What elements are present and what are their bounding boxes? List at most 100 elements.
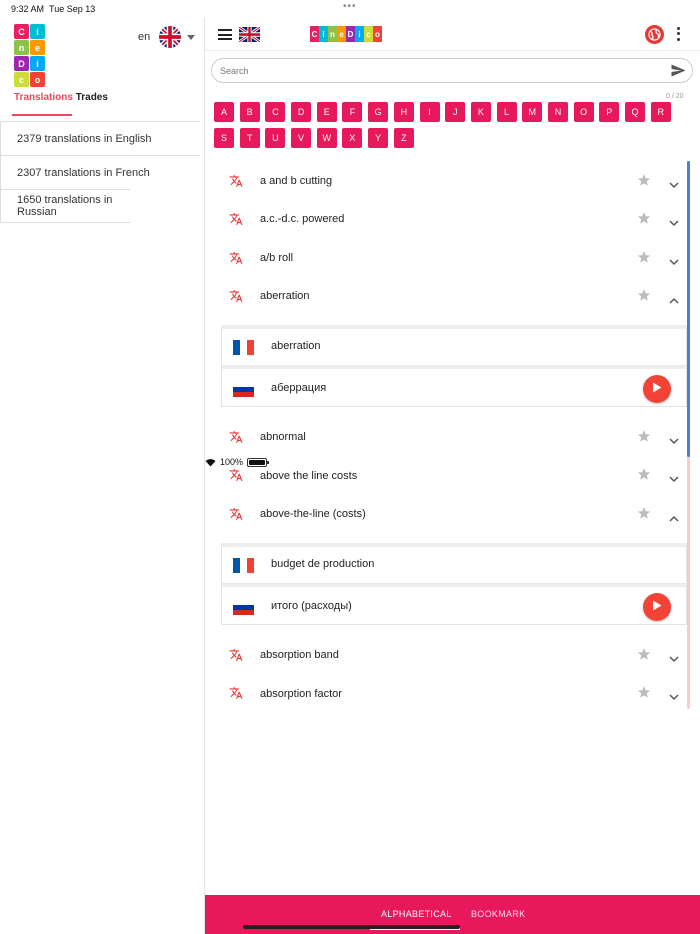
- translation-row: аберрация: [222, 366, 686, 406]
- search-bar: [211, 58, 693, 83]
- language-selector[interactable]: en: [138, 26, 196, 48]
- star-icon[interactable]: [637, 506, 651, 525]
- letter-button-b[interactable]: B: [239, 102, 260, 122]
- letter-button-j[interactable]: J: [445, 102, 466, 122]
- term-label: above-the-line (costs): [260, 507, 366, 520]
- translation-row: итого (расходы): [222, 584, 686, 624]
- translate-icon: [229, 468, 243, 487]
- letter-button-l[interactable]: L: [496, 102, 517, 122]
- wordmark-letter: D: [346, 26, 355, 42]
- globe-icon[interactable]: [645, 25, 664, 44]
- home-indicator[interactable]: [243, 925, 460, 929]
- chevron-down-icon[interactable]: [669, 176, 679, 194]
- translate-icon: [229, 648, 243, 667]
- chevron-up-icon[interactable]: [669, 291, 679, 309]
- chevron-down-icon[interactable]: [669, 253, 679, 271]
- language-code: en: [138, 31, 151, 43]
- letter-button-w[interactable]: W: [316, 127, 337, 148]
- letter-button-u[interactable]: U: [265, 127, 286, 148]
- search-input[interactable]: [220, 62, 660, 79]
- term-row[interactable]: above the line costs: [221, 456, 687, 494]
- logo-letter: n: [14, 40, 29, 55]
- stats-list: 2379 translations in English 2307 transl…: [0, 121, 205, 223]
- letter-button-e[interactable]: E: [316, 102, 337, 122]
- logo-letter: i: [30, 56, 45, 71]
- chevron-down-icon[interactable]: [669, 650, 679, 668]
- uk-flag-icon[interactable]: [239, 27, 260, 42]
- tab-translations[interactable]: Translations: [14, 92, 73, 103]
- chevron-down-icon[interactable]: [669, 432, 679, 450]
- translate-icon: [229, 251, 243, 270]
- wordmark-letter: n: [328, 26, 337, 42]
- letter-button-q[interactable]: Q: [625, 102, 645, 122]
- term-row[interactable]: abnormal: [221, 418, 687, 456]
- letter-button-p[interactable]: P: [599, 102, 620, 122]
- star-icon[interactable]: [637, 685, 651, 704]
- letter-button-n[interactable]: N: [547, 102, 568, 122]
- chevron-down-icon[interactable]: [669, 688, 679, 706]
- term-row[interactable]: a and b cutting: [221, 162, 687, 200]
- letter-button-y[interactable]: Y: [368, 127, 389, 148]
- letter-button-t[interactable]: T: [239, 127, 260, 148]
- translation-panel: aberration аберрация: [221, 325, 687, 408]
- star-icon[interactable]: [637, 173, 651, 192]
- play-audio-button[interactable]: [643, 375, 671, 404]
- star-icon[interactable]: [637, 250, 651, 269]
- tab-alphabetical[interactable]: ALPHABETICAL: [381, 909, 452, 919]
- term-list: a and b cutting a.c.-d.c. powered a/b roll…: [221, 162, 687, 713]
- term-label: a and b cutting: [260, 175, 333, 188]
- letter-button-v[interactable]: V: [291, 127, 312, 148]
- logo-letter: C: [14, 24, 29, 39]
- hamburger-icon[interactable]: [218, 29, 232, 40]
- term-label: above the line costs: [260, 469, 358, 482]
- letter-button-x[interactable]: X: [342, 127, 363, 148]
- logo-letter: o: [30, 72, 45, 87]
- letter-button-a[interactable]: A: [214, 102, 234, 122]
- star-icon[interactable]: [637, 429, 651, 448]
- term-row[interactable]: absorption band: [221, 636, 687, 674]
- translate-icon: [229, 212, 243, 231]
- wordmark-letter: i: [355, 26, 364, 42]
- send-icon[interactable]: [671, 64, 686, 77]
- letter-button-i[interactable]: I: [419, 102, 440, 122]
- russia-flag-icon: [233, 600, 254, 616]
- letter-button-m[interactable]: M: [522, 102, 543, 122]
- app-bar: CineDico: [205, 18, 700, 51]
- term-label: absorption band: [260, 649, 339, 662]
- star-icon[interactable]: [637, 647, 651, 666]
- chevron-down-icon: [187, 34, 196, 40]
- letter-button-f[interactable]: F: [342, 102, 363, 122]
- wordmark-letter: c: [364, 26, 373, 42]
- letter-button-c[interactable]: C: [265, 102, 286, 122]
- letter-button-s[interactable]: S: [214, 127, 234, 148]
- letter-button-k[interactable]: K: [470, 102, 491, 122]
- chevron-up-icon[interactable]: [669, 509, 679, 527]
- chevron-down-icon[interactable]: [669, 470, 679, 488]
- star-icon[interactable]: [637, 467, 651, 486]
- translate-icon: [229, 430, 243, 449]
- scrollbar-thumb[interactable]: [687, 161, 690, 457]
- star-icon[interactable]: [637, 288, 651, 307]
- play-audio-button[interactable]: [643, 593, 671, 622]
- logo-letter: D: [14, 56, 29, 71]
- stat-english: 2379 translations in English: [0, 121, 200, 155]
- sidebar: CineDico en Translations Trades 2379 tra…: [0, 18, 205, 934]
- letter-button-z[interactable]: Z: [393, 127, 414, 148]
- term-row[interactable]: absorption factor: [221, 674, 687, 712]
- scrollbar[interactable]: [687, 161, 690, 709]
- letter-button-g[interactable]: G: [368, 102, 389, 122]
- letter-button-d[interactable]: D: [291, 102, 312, 122]
- star-icon[interactable]: [637, 211, 651, 230]
- more-vert-icon[interactable]: [673, 26, 683, 42]
- letter-button-h[interactable]: H: [393, 102, 414, 122]
- term-row[interactable]: a.c.-d.c. powered: [221, 200, 687, 238]
- term-row[interactable]: aberration: [221, 277, 687, 315]
- term-row[interactable]: above-the-line (costs): [221, 495, 687, 533]
- chevron-down-icon[interactable]: [669, 214, 679, 232]
- translation-text: aberration: [271, 340, 321, 353]
- letter-button-o[interactable]: O: [573, 102, 594, 122]
- term-row[interactable]: a/b roll: [221, 239, 687, 277]
- tab-trades[interactable]: Trades: [76, 92, 108, 103]
- tab-bookmark[interactable]: BOOKMARK: [471, 909, 525, 919]
- letter-button-r[interactable]: R: [650, 102, 671, 122]
